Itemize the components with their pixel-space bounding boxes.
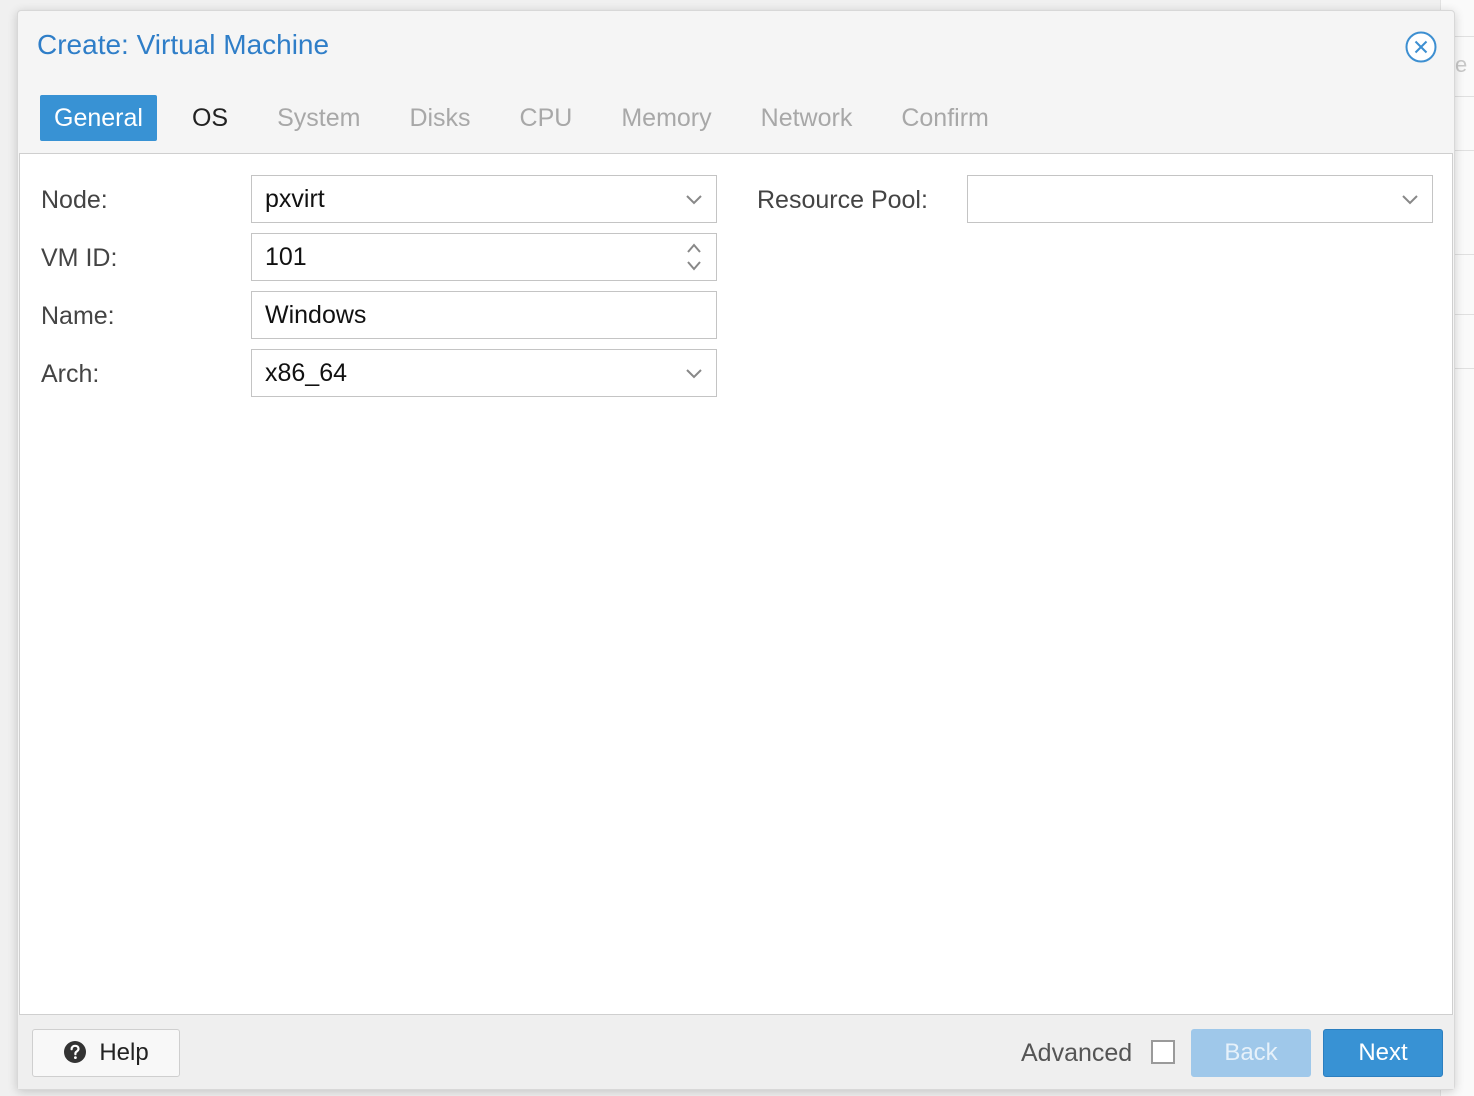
vmid-label: VM ID: — [41, 244, 118, 272]
arch-value: x86_64 — [265, 359, 348, 387]
node-value: pxvirt — [265, 185, 325, 213]
chevron-down-icon — [686, 369, 702, 379]
vmid-input[interactable]: 101 — [251, 233, 717, 281]
back-button[interactable]: Back — [1191, 1029, 1311, 1077]
chevron-down-icon — [1402, 195, 1418, 205]
question-circle-icon — [64, 1040, 87, 1063]
help-button-label: Help — [99, 1039, 149, 1066]
dialog-title: Create: Virtual Machine — [37, 29, 330, 60]
node-select[interactable]: pxvirt — [251, 175, 717, 223]
node-label: Node: — [41, 186, 108, 214]
spinner-up-down-icon[interactable] — [684, 240, 704, 274]
vmid-value: 101 — [265, 243, 307, 271]
tab-general[interactable]: General — [40, 95, 157, 141]
tab-network[interactable]: Network — [747, 95, 867, 141]
resource-pool-select[interactable] — [967, 175, 1433, 223]
tab-os[interactable]: OS — [178, 95, 242, 141]
arch-label: Arch: — [41, 360, 100, 388]
tab-memory[interactable]: Memory — [607, 95, 725, 141]
resource-pool-label: Resource Pool: — [757, 186, 928, 214]
tab-system[interactable]: System — [263, 95, 374, 141]
chevron-down-icon — [686, 195, 702, 205]
advanced-checkbox[interactable] — [1151, 1040, 1175, 1064]
tab-confirm[interactable]: Confirm — [887, 95, 1003, 141]
dialog-footer: Help Advanced Back Next — [18, 1015, 1454, 1089]
name-input[interactable]: Windows — [251, 291, 717, 339]
general-form-panel: Node: pxvirt VM ID: 101 Name: Windows Ar… — [19, 153, 1453, 1015]
name-value: Windows — [265, 301, 367, 329]
help-button[interactable]: Help — [32, 1029, 180, 1077]
arch-select[interactable]: x86_64 — [251, 349, 717, 397]
close-icon[interactable] — [1405, 31, 1437, 63]
advanced-label: Advanced — [1021, 1039, 1133, 1067]
name-label: Name: — [41, 302, 115, 330]
wizard-tabbar: General OS System Disks CPU Memory Netwo… — [40, 95, 1024, 141]
tab-disks[interactable]: Disks — [395, 95, 484, 141]
tab-cpu[interactable]: CPU — [506, 95, 587, 141]
create-vm-dialog: Create: Virtual Machine General OS Syste… — [17, 10, 1455, 1090]
background-partial-text: e — [1455, 52, 1468, 77]
next-button[interactable]: Next — [1323, 1029, 1443, 1077]
